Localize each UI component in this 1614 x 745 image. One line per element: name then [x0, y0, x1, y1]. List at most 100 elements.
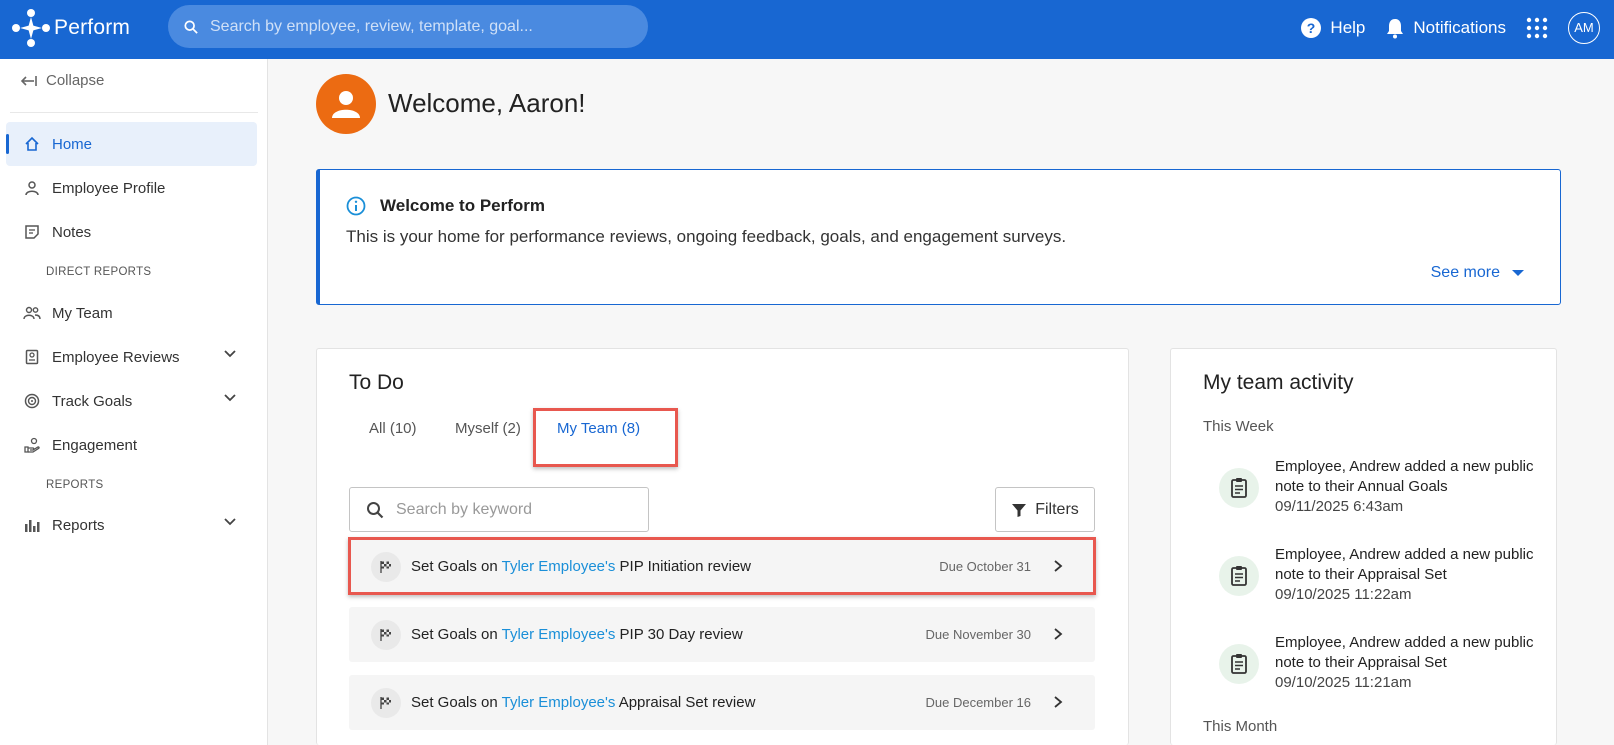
filter-icon: [1012, 503, 1027, 517]
activity-text: Employee, Andrew added a new public note…: [1275, 545, 1535, 605]
sidebar-item-reports[interactable]: Reports: [6, 503, 257, 547]
global-search-input[interactable]: [210, 17, 630, 36]
banner-header: Welcome to Perform: [346, 196, 545, 216]
checkered-flag-icon: [371, 619, 401, 650]
checkered-flag-icon: [371, 687, 401, 718]
sidebar-item-label: Engagement: [52, 436, 138, 454]
due-date: Due November 30: [925, 627, 1032, 642]
todo-title: To Do: [349, 371, 404, 394]
chevron-down-icon[interactable]: [223, 391, 237, 405]
apps-grid-button[interactable]: [1526, 17, 1548, 39]
section-direct-reports: DIRECT REPORTS: [46, 266, 152, 278]
sidebar-item-employee-profile[interactable]: Employee Profile: [6, 166, 257, 210]
apps-grid-icon: [1526, 17, 1548, 38]
activity-text: Employee, Andrew added a new public note…: [1275, 457, 1535, 517]
sidebar-item-track-goals[interactable]: Track Goals: [6, 379, 257, 423]
todo-suffix: Appraisal Set review: [615, 694, 756, 711]
person-icon: [22, 178, 42, 198]
tab-all[interactable]: All (10): [369, 420, 417, 437]
filters-label: Filters: [1035, 500, 1079, 518]
search-icon: [367, 501, 384, 518]
employee-link[interactable]: Tyler Employee's: [502, 626, 616, 643]
collapse-label: Collapse: [46, 72, 105, 89]
sidebar-item-engagement[interactable]: Engagement: [6, 423, 257, 467]
sidebar-item-label: Home: [52, 135, 93, 153]
todo-prefix: Set Goals on: [411, 694, 502, 711]
activity-section-this-month: This Month: [1203, 718, 1278, 735]
notifications-label: Notifications: [1413, 17, 1506, 37]
activity-description: Employee, Andrew added a new public note…: [1275, 458, 1534, 495]
sidebar-item-label: Employee Reviews: [52, 348, 180, 366]
sidebar-item-label: My Team: [52, 304, 113, 322]
sidebar-item-home[interactable]: Home: [6, 122, 257, 166]
sidebar-item-label: Reports: [52, 516, 105, 534]
see-more-button[interactable]: See more: [1431, 264, 1524, 282]
chevron-right-icon[interactable]: [1051, 627, 1065, 641]
global-search[interactable]: [168, 5, 648, 48]
activity-text: Employee, Andrew added a new public note…: [1275, 633, 1535, 693]
todo-row[interactable]: Set Goals on Tyler Employee's PIP 30 Day…: [349, 607, 1095, 662]
keyword-search-input[interactable]: [396, 500, 636, 519]
activity-description: Employee, Andrew added a new public note…: [1275, 634, 1534, 671]
clipboard-icon: [1219, 644, 1259, 684]
info-icon: [346, 196, 366, 216]
activity-section-this-week: This Week: [1203, 418, 1274, 435]
caret-down-icon: [1512, 270, 1524, 276]
welcome-banner: Welcome to Perform This is your home for…: [316, 169, 1561, 305]
sidebar-item-label: Track Goals: [52, 392, 133, 410]
sidebar-item-employee-reviews[interactable]: Employee Reviews: [6, 335, 257, 379]
search-icon: [184, 19, 198, 34]
app-name: Perform: [54, 16, 131, 39]
keyword-search[interactable]: [349, 487, 649, 532]
user-avatar[interactable]: AM: [1568, 11, 1600, 44]
todo-text: Set Goals on Tyler Employee's Appraisal …: [411, 694, 755, 711]
sidebar-item-my-team[interactable]: My Team: [6, 291, 257, 335]
activity-timestamp: 09/10/2025 11:21am: [1275, 674, 1412, 691]
chevron-down-icon[interactable]: [223, 347, 237, 361]
app-logo[interactable]: Perform: [12, 8, 130, 48]
clipboard-icon: [1219, 468, 1259, 508]
sidebar-item-label: Notes: [52, 223, 92, 241]
activity-description: Employee, Andrew added a new public note…: [1275, 546, 1534, 583]
todo-prefix: Set Goals on: [411, 626, 502, 643]
see-more-label: See more: [1430, 264, 1500, 281]
welcome-avatar: [316, 74, 376, 134]
person-icon: [332, 91, 360, 118]
filters-button[interactable]: Filters: [995, 487, 1095, 532]
target-icon: [22, 391, 42, 411]
tab-highlight-box: [533, 408, 678, 467]
banner-text: This is your home for performance review…: [346, 227, 1067, 246]
sidebar-divider: [10, 112, 258, 113]
activity-timestamp: 09/11/2025 6:43am: [1275, 498, 1404, 515]
note-icon: [22, 222, 42, 242]
top-bar: Perform ? Help Notifications AM: [0, 0, 1614, 59]
help-label: Help: [1330, 17, 1366, 37]
chevron-down-icon[interactable]: [223, 515, 237, 529]
section-reports: REPORTS: [46, 479, 104, 491]
todo-text: Set Goals on Tyler Employee's PIP 30 Day…: [411, 626, 743, 643]
banner-title: Welcome to Perform: [380, 196, 546, 215]
collapse-button[interactable]: Collapse: [20, 72, 104, 89]
home-icon: [22, 134, 42, 154]
team-icon: [22, 303, 42, 323]
due-date: Due December 16: [925, 695, 1032, 710]
todo-row[interactable]: Set Goals on Tyler Employee's Appraisal …: [349, 675, 1095, 730]
activity-timestamp: 09/10/2025 11:22am: [1275, 586, 1412, 603]
sidebar-item-label: Employee Profile: [52, 179, 166, 197]
help-icon: ?: [1301, 17, 1322, 38]
employee-link[interactable]: Tyler Employee's: [502, 694, 616, 711]
sidebar-item-notes[interactable]: Notes: [6, 210, 257, 254]
notifications-button[interactable]: Notifications: [1385, 17, 1506, 39]
bar-chart-icon: [22, 515, 42, 535]
svg-text:?: ?: [1307, 20, 1316, 36]
top-right-actions: ? Help Notifications AM: [1300, 0, 1614, 55]
sidebar: Collapse Home Employee Profile Notes DIR…: [0, 59, 268, 745]
perform-logo-icon: [12, 9, 50, 47]
help-button[interactable]: ? Help: [1300, 17, 1365, 39]
todo-suffix: PIP 30 Day review: [615, 626, 743, 643]
engagement-icon: [22, 435, 42, 455]
clipboard-icon: [1219, 556, 1259, 596]
chevron-right-icon[interactable]: [1051, 695, 1065, 709]
tab-myself[interactable]: Myself (2): [455, 420, 521, 437]
row-highlight-box: [348, 537, 1096, 595]
